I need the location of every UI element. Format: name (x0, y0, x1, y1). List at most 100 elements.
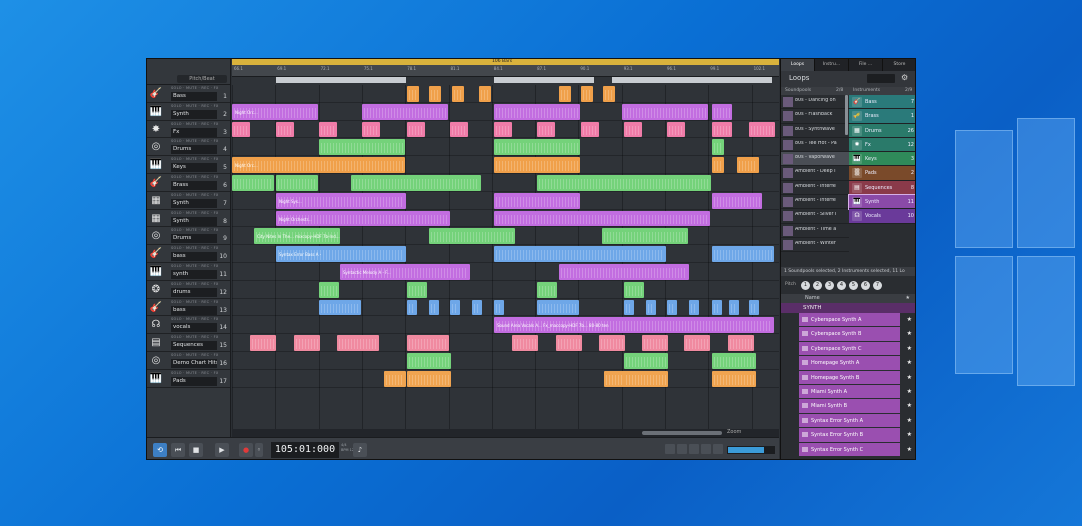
instrument-item[interactable]: ☊ Vocals 10 (849, 209, 915, 224)
audio-clip[interactable] (479, 86, 491, 102)
audio-clip[interactable] (494, 157, 580, 173)
track-buttons[interactable]: SOLO · MUTE · REC · FX (171, 264, 219, 268)
pitch-beat-selector[interactable]: Pitch/Beat (177, 75, 227, 83)
scroll-thumb[interactable] (642, 431, 722, 435)
loop-item[interactable]: Homepage Synth B ★ (781, 370, 915, 385)
gear-icon[interactable]: ⚙ (901, 73, 908, 82)
view-button-1[interactable] (665, 444, 675, 454)
track-buttons[interactable]: SOLO · MUTE · REC · FX (171, 193, 219, 197)
record-options-icon[interactable]: ◦ (255, 443, 263, 457)
track-buttons[interactable]: SOLO · MUTE · REC · FX (171, 86, 219, 90)
track-name[interactable]: Fx (171, 127, 217, 137)
audio-clip[interactable] (512, 335, 538, 351)
audio-clip[interactable] (494, 121, 512, 138)
audio-clip[interactable] (622, 103, 708, 120)
audio-clip[interactable] (712, 353, 756, 369)
track-buttons[interactable]: SOLO · MUTE · REC · FX (171, 175, 219, 179)
audio-clip[interactable] (450, 121, 468, 138)
pitch-button[interactable]: 1 (801, 281, 810, 290)
tab-loops[interactable]: Loops (781, 59, 815, 71)
track-header[interactable]: ✸ SOLO · MUTE · REC · FX Fx 3 (147, 121, 230, 139)
instrument-item[interactable]: ▤ Sequences 8 (849, 180, 915, 196)
play-icon[interactable]: ▶ (215, 443, 229, 457)
audio-clip[interactable] (689, 299, 699, 316)
tab-store[interactable]: Store (883, 59, 915, 71)
audio-clip[interactable] (581, 86, 593, 102)
audio-clip[interactable] (494, 103, 580, 120)
audio-clip[interactable] (646, 299, 656, 316)
track-buttons[interactable]: SOLO · MUTE · REC · FX (171, 246, 219, 250)
track-header[interactable]: ▤ SOLO · MUTE · REC · FX Sequences 15 (147, 334, 230, 352)
track-name[interactable]: Drums (171, 145, 217, 155)
audio-clip[interactable] (232, 121, 250, 138)
track-lane[interactable] (232, 352, 779, 370)
pitch-button[interactable]: 6 (861, 281, 870, 290)
audio-clip[interactable] (712, 192, 762, 209)
horizontal-scrollbar[interactable] (232, 429, 779, 437)
soundpool-item[interactable]: 80s - Vaporwave (781, 152, 849, 167)
instrument-item[interactable]: ▒ Pads 2 (849, 166, 915, 181)
track-name[interactable]: Synth (171, 109, 217, 119)
track-lane[interactable] (232, 263, 779, 281)
track-header[interactable]: 🎹 SOLO · MUTE · REC · FX Synth 2 (147, 103, 230, 121)
audio-clip[interactable]: Syntactic Melody A - F... (340, 264, 470, 280)
audio-clip[interactable] (737, 157, 759, 173)
clip-grid[interactable]: Night Orc... Night Orc... Night Sys... Nigh… (232, 85, 796, 437)
track-header[interactable]: ◎ SOLO · MUTE · REC · FX Drums 4 (147, 138, 230, 157)
pitch-button[interactable]: 2 (813, 281, 822, 290)
arrangement-area[interactable]: 106 Bars 66.1 69.1 72.1 75.1 78.1 81.1 84.1 87.… (232, 59, 808, 437)
track-name[interactable]: Sequences (171, 341, 217, 351)
audio-clip[interactable] (729, 299, 739, 316)
loops-search-input[interactable] (867, 74, 895, 83)
audio-clip[interactable] (407, 353, 451, 369)
soundpool-item[interactable]: Ambient - Time a (781, 224, 849, 238)
audio-clip[interactable] (407, 121, 425, 138)
soundpool-item[interactable]: Ambient - Interfe (781, 195, 849, 210)
loop-item[interactable]: Syntax Error Synth B ★ (781, 428, 915, 442)
track-buttons[interactable]: SOLO · MUTE · REC · FX (171, 282, 219, 286)
audio-clip[interactable]: Sound Area Vocals A... Fx_maccopy-HDF 7b… (494, 317, 774, 334)
track-name[interactable]: Drums (171, 234, 217, 244)
audio-clip[interactable] (712, 103, 732, 120)
track-name[interactable]: synth (171, 269, 217, 279)
audio-clip[interactable] (749, 299, 759, 316)
star-icon[interactable]: ★ (907, 374, 912, 381)
pitch-button[interactable]: 4 (837, 281, 846, 290)
pitch-button[interactable]: 7 (873, 281, 882, 290)
audio-clip[interactable] (537, 175, 711, 191)
audio-clip[interactable] (407, 370, 451, 387)
audio-clip[interactable] (319, 299, 361, 316)
star-icon[interactable]: ★ (907, 417, 912, 424)
view-button-4[interactable] (701, 444, 711, 454)
track-header[interactable]: ◎ SOLO · MUTE · REC · FX Drums 9 (147, 227, 230, 246)
view-button-2[interactable] (677, 444, 687, 454)
audio-clip[interactable] (407, 86, 419, 102)
track-buttons[interactable]: SOLO · MUTE · REC · FX (171, 228, 219, 232)
loop-item[interactable]: Miami Synth A ★ (781, 384, 915, 399)
pitch-button[interactable]: 3 (825, 281, 834, 290)
audio-clip[interactable] (351, 175, 481, 191)
star-icon[interactable]: ★ (907, 330, 912, 337)
audio-clip[interactable]: Night Orchestr... (276, 210, 450, 227)
star-icon[interactable]: ★ (907, 388, 912, 395)
audio-clip[interactable] (494, 192, 580, 209)
audio-clip[interactable] (599, 335, 625, 351)
instrument-item[interactable]: ✸ Fx 12 (849, 137, 915, 153)
audio-clip[interactable] (232, 175, 274, 191)
loop-item[interactable]: Miami Synth B ★ (781, 399, 915, 413)
stop-icon[interactable]: ■ (189, 443, 203, 457)
soundpool-item[interactable]: 80s - Tee Hot - Pa (781, 138, 849, 153)
instrument-item[interactable]: 🎹 Keys 3 (849, 152, 915, 167)
tab-file[interactable]: File ... (849, 59, 883, 71)
track-name[interactable]: vocals (171, 323, 217, 333)
audio-clip[interactable] (319, 281, 339, 298)
loop-button[interactable]: ⟲ (153, 443, 167, 457)
audio-clip[interactable]: Night Sys... (276, 192, 406, 209)
audio-clip[interactable] (749, 121, 775, 138)
audio-clip[interactable] (384, 370, 406, 387)
audio-clip[interactable] (556, 335, 582, 351)
view-button-5[interactable] (713, 444, 723, 454)
track-header[interactable]: ▦ SOLO · MUTE · REC · FX Synth 7 (147, 192, 230, 210)
audio-clip[interactable] (494, 299, 504, 316)
loop-item[interactable]: Homepage Synth A ★ (781, 356, 915, 370)
